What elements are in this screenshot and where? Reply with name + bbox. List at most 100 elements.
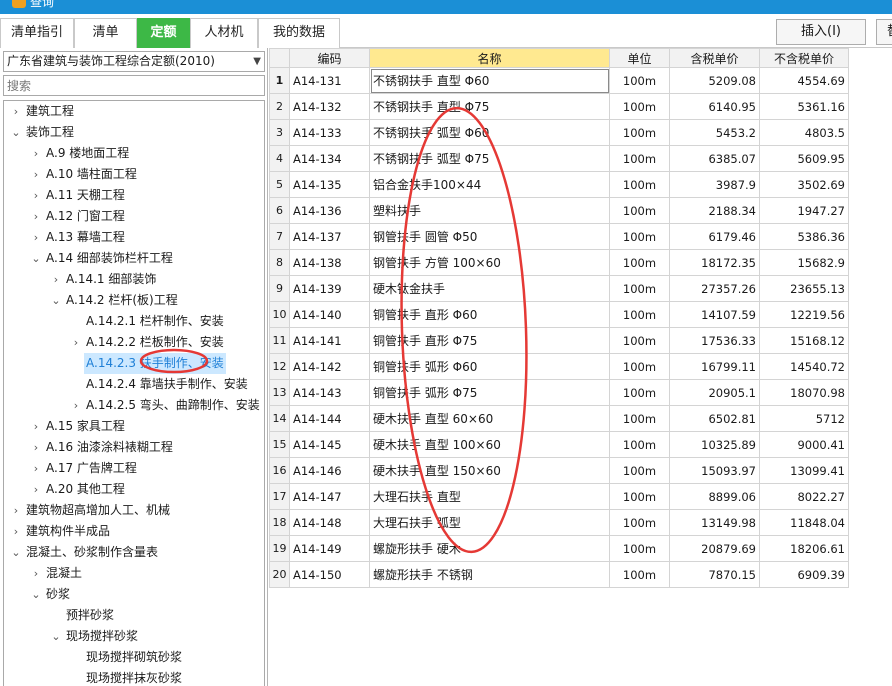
cell-tax-price[interactable]: 13149.98 [669, 509, 760, 536]
table-row[interactable]: 14 A14-144 硬木扶手 直型 60×60 100m 6502.81 5712 [269, 405, 849, 432]
cell-notax-price[interactable]: 23655.13 [759, 275, 849, 302]
cell-notax-price[interactable]: 11848.04 [759, 509, 849, 536]
row-number[interactable]: 5 [269, 171, 290, 198]
cell-name[interactable]: 大理石扶手 直型 [369, 483, 610, 510]
chevron-down-icon[interactable]: ⌄ [48, 290, 64, 311]
tree-item[interactable]: 预拌砂浆 [48, 605, 116, 626]
cell-notax-price[interactable]: 18070.98 [759, 379, 849, 406]
cell-code[interactable]: A14-134 [289, 145, 370, 172]
table-row[interactable]: 9 A14-139 硬木钛金扶手 100m 27357.26 23655.13 [269, 275, 849, 302]
column-header-code[interactable]: 编码 [289, 48, 370, 68]
table-row[interactable]: 12 A14-142 铜管扶手 弧形 Φ60 100m 16799.11 14540.72 [269, 353, 849, 380]
cell-notax-price[interactable]: 14540.72 [759, 353, 849, 380]
cell-name[interactable]: 塑料扶手 [369, 197, 610, 224]
cell-tax-price[interactable]: 2188.34 [669, 197, 760, 224]
cell-notax-price[interactable]: 6909.39 [759, 561, 849, 588]
tree-item[interactable]: › A.14.1 细部装饰 [48, 269, 158, 290]
chevron-right-icon[interactable]: › [8, 500, 24, 521]
cell-code[interactable]: A14-137 [289, 223, 370, 250]
row-number[interactable]: 1 [269, 67, 290, 94]
cell-notax-price[interactable]: 5386.36 [759, 223, 849, 250]
cell-tax-price[interactable]: 5209.08 [669, 67, 760, 94]
tree-item[interactable]: ⌄ 混凝土、砂浆制作含量表 [8, 542, 160, 563]
table-row[interactable]: 17 A14-147 大理石扶手 直型 100m 8899.06 8022.27 [269, 483, 849, 510]
cell-unit[interactable]: 100m [609, 197, 670, 224]
chevron-right-icon[interactable]: › [28, 479, 44, 500]
table-row[interactable]: 11 A14-141 铜管扶手 直形 Φ75 100m 17536.33 15168.12 [269, 327, 849, 354]
cell-unit[interactable]: 100m [609, 249, 670, 276]
row-number[interactable]: 9 [269, 275, 290, 302]
cell-notax-price[interactable]: 4803.5 [759, 119, 849, 146]
tab-labor-material[interactable]: 人材机 [190, 18, 258, 48]
row-number[interactable]: 7 [269, 223, 290, 250]
cell-tax-price[interactable]: 6179.46 [669, 223, 760, 250]
cell-name[interactable]: 不锈钢扶手 直型 Φ75 [369, 93, 610, 120]
cell-tax-price[interactable]: 18172.35 [669, 249, 760, 276]
chevron-right-icon[interactable]: › [28, 227, 44, 248]
cell-name[interactable]: 不锈钢扶手 弧型 Φ75 [369, 145, 610, 172]
chevron-right-icon[interactable]: › [68, 332, 84, 353]
cell-notax-price[interactable]: 13099.41 [759, 457, 849, 484]
chevron-right-icon[interactable]: › [8, 101, 24, 122]
table-row[interactable]: 7 A14-137 钢管扶手 圆管 Φ50 100m 6179.46 5386.36 [269, 223, 849, 250]
tree-item[interactable]: › 建筑构件半成品 [8, 521, 112, 542]
cell-name[interactable]: 硬木扶手 直型 60×60 [369, 405, 610, 432]
tree-item[interactable]: › 混凝土 [28, 563, 84, 584]
table-row[interactable]: 4 A14-134 不锈钢扶手 弧型 Φ75 100m 6385.07 5609.95 [269, 145, 849, 172]
table-row[interactable]: 15 A14-145 硬木扶手 直型 100×60 100m 10325.89 9000.… [269, 431, 849, 458]
table-row[interactable]: 2 A14-132 不锈钢扶手 直型 Φ75 100m 6140.95 5361.16 [269, 93, 849, 120]
tree-item[interactable]: ⌄ A.14 细部装饰栏杆工程 [28, 248, 175, 269]
cell-code[interactable]: A14-143 [289, 379, 370, 406]
table-row[interactable]: 3 A14-133 不锈钢扶手 弧型 Φ60 100m 5453.2 4803.5 [269, 119, 849, 146]
tab-my-data[interactable]: 我的数据 [258, 18, 340, 48]
chevron-down-icon[interactable]: ⌄ [8, 542, 24, 563]
cell-unit[interactable]: 100m [609, 561, 670, 588]
cell-name[interactable]: 铝合金扶手100×44 [369, 171, 610, 198]
quota-library-select[interactable]: 广东省建筑与装饰工程综合定额(2010) ▼ [3, 51, 265, 72]
table-row[interactable]: 20 A14-150 螺旋形扶手 不锈钢 100m 7870.15 6909.39 [269, 561, 849, 588]
table-row[interactable]: 13 A14-143 铜管扶手 弧形 Φ75 100m 20905.1 18070.98 [269, 379, 849, 406]
tree-item[interactable]: › A.14.2.5 弯头、曲蹄制作、安装 [68, 395, 262, 416]
cell-notax-price[interactable]: 5361.16 [759, 93, 849, 120]
cell-unit[interactable]: 100m [609, 405, 670, 432]
tab-bill-guide[interactable]: 清单指引 [0, 18, 74, 48]
row-number[interactable]: 10 [269, 301, 290, 328]
chevron-down-icon[interactable]: ⌄ [28, 584, 44, 605]
cell-notax-price[interactable]: 8022.27 [759, 483, 849, 510]
chevron-right-icon[interactable]: › [28, 185, 44, 206]
chevron-right-icon[interactable]: › [28, 458, 44, 479]
cell-tax-price[interactable]: 6140.95 [669, 93, 760, 120]
cell-tax-price[interactable]: 27357.26 [669, 275, 760, 302]
cell-unit[interactable]: 100m [609, 275, 670, 302]
tree-item[interactable]: A.14.2.3 扶手制作、安装 [68, 353, 226, 374]
column-header-tax-price[interactable]: 含税单价 [669, 48, 760, 68]
cell-notax-price[interactable]: 18206.61 [759, 535, 849, 562]
chevron-right-icon[interactable]: › [28, 206, 44, 227]
cell-notax-price[interactable]: 3502.69 [759, 171, 849, 198]
cell-name[interactable]: 不锈钢扶手 弧型 Φ60 [369, 119, 610, 146]
cell-notax-price[interactable]: 5609.95 [759, 145, 849, 172]
cell-notax-price[interactable]: 5712 [759, 405, 849, 432]
cell-code[interactable]: A14-132 [289, 93, 370, 120]
cell-code[interactable]: A14-140 [289, 301, 370, 328]
row-number[interactable]: 11 [269, 327, 290, 354]
row-number[interactable]: 3 [269, 119, 290, 146]
cell-unit[interactable]: 100m [609, 119, 670, 146]
cell-tax-price[interactable]: 3987.9 [669, 171, 760, 198]
row-number[interactable]: 17 [269, 483, 290, 510]
cell-name[interactable]: 硬木钛金扶手 [369, 275, 610, 302]
tree-item[interactable]: A.14.2.1 栏杆制作、安装 [68, 311, 226, 332]
cell-code[interactable]: A14-147 [289, 483, 370, 510]
cell-unit[interactable]: 100m [609, 327, 670, 354]
tree-item[interactable]: ⌄ 装饰工程 [8, 122, 76, 143]
chevron-right-icon[interactable]: › [28, 563, 44, 584]
tree-item[interactable]: › A.15 家具工程 [28, 416, 127, 437]
chevron-down-icon[interactable]: ⌄ [48, 626, 64, 647]
cell-tax-price[interactable]: 20905.1 [669, 379, 760, 406]
cell-tax-price[interactable]: 6385.07 [669, 145, 760, 172]
chevron-right-icon[interactable]: › [28, 164, 44, 185]
chevron-right-icon[interactable]: › [28, 143, 44, 164]
chevron-right-icon[interactable]: › [8, 521, 24, 542]
chevron-right-icon[interactable]: › [48, 269, 64, 290]
row-number[interactable]: 15 [269, 431, 290, 458]
